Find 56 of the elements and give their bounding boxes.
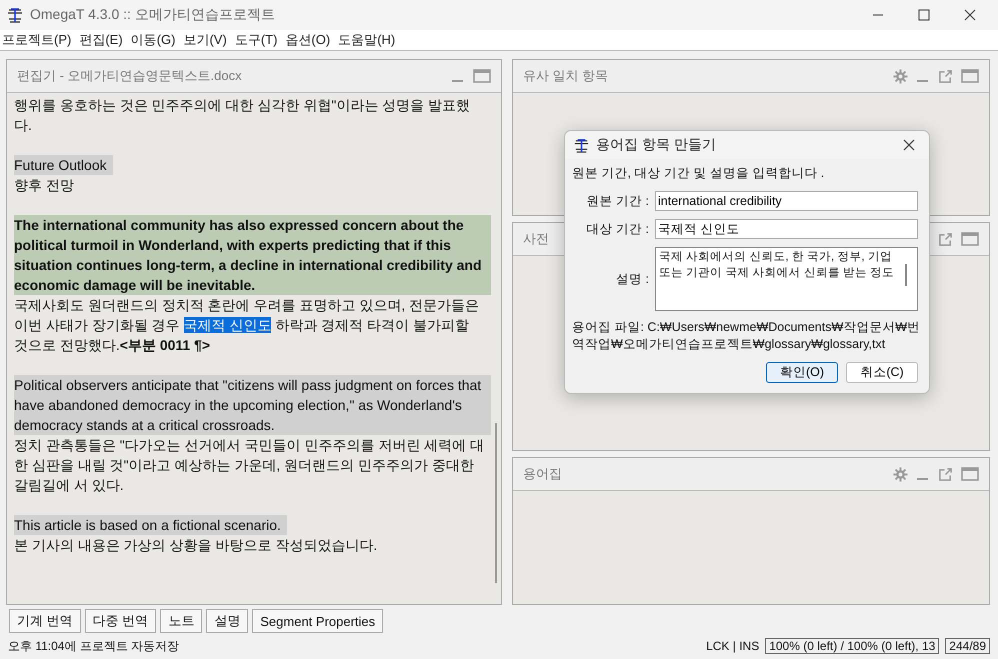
maximize-icon[interactable] [961, 467, 979, 481]
maximize-icon[interactable] [473, 69, 491, 83]
field-label: 설명 : [615, 270, 650, 288]
target-text: 향후 전망 [14, 176, 75, 195]
pane-title: 편집기 - 오메가티연습영문텍스트.docx [17, 67, 242, 85]
menu-item[interactable]: 프로젝트(P) [2, 31, 72, 49]
target-text: 행위를 옹호하는 것은 민주주의에 대한 심각한 위협"이라는 성명을 발표했다. [14, 96, 472, 135]
close-icon[interactable] [903, 139, 915, 151]
menu-item[interactable]: 보기(V) [183, 31, 227, 49]
pane-title: 사전 [523, 230, 549, 248]
bottom-tab[interactable]: 노트 [160, 609, 202, 633]
maximize-icon[interactable] [961, 69, 979, 83]
pane-title: 용어집 [523, 465, 562, 483]
target-text: 정치 관측통들은 "다가오는 선거에서 국민들이 민주주의를 저버린 세력에 대한 심판을 내릴 것"이라고 예상하는 가운데, 원더랜드의 민주주의가 중대한 갈림길에 서 있다. [14, 436, 486, 495]
menu-item[interactable]: 도구(T) [234, 31, 278, 49]
segment-count: 244/89 [945, 638, 990, 654]
close-icon[interactable] [964, 9, 976, 21]
source-term-field[interactable]: international credibility [655, 191, 918, 211]
pane-title: 유사 일치 항목 [523, 67, 608, 85]
menu-item[interactable]: 옵션(O) [285, 31, 330, 49]
target-term-field[interactable]: 국제적 신인도 [655, 219, 918, 239]
undock-icon[interactable] [938, 68, 953, 84]
app-logo-icon [6, 6, 24, 24]
target-text: 본 기사의 내용은 가상의 상황을 바탕으로 작성되었습니다. [14, 536, 378, 555]
progress-indicator: 100% (0 left) / 100% (0 left), 13 [765, 638, 940, 654]
dialog-button[interactable]: 확인(O) [766, 362, 838, 383]
menu-item[interactable]: 이동(G) [130, 31, 176, 49]
bottom-tab[interactable]: 기계 번역 [9, 609, 81, 633]
source-text: This article is based on a fictional scenario. [14, 515, 287, 535]
undock-icon[interactable] [938, 466, 953, 482]
maximize-window-icon[interactable] [918, 9, 930, 21]
active-source-text: The international community has also expressed concern about the political turmoil in Wonderland, with experts predicting that if this situation continues long-term, a decline in international credibility and economic damage will be inevitable. [14, 215, 491, 295]
bottom-tab[interactable]: 설명 [206, 609, 248, 633]
app-logo-icon [573, 136, 590, 154]
settings-icon[interactable] [893, 466, 908, 482]
field-label: 대상 기간 : [586, 220, 650, 238]
field-label: 원본 기간 : [586, 192, 650, 210]
menu-item[interactable]: 편집(E) [79, 31, 123, 49]
source-text: Political observers anticipate that "citizens will pass judgment on forces that have abandoned democracy in the upcoming election," as Wonderland's democracy stands at a critical crossroads. [14, 375, 491, 435]
maximize-icon[interactable] [961, 232, 979, 246]
scrollbar[interactable] [495, 423, 497, 583]
glossary-file-path: 용어집 파일: C:₩Users₩newme₩Documents₩작업문서₩번역작업₩오메가티연습프로젝트₩glossary₩glossary,txt [572, 319, 922, 353]
undock-icon[interactable] [938, 232, 953, 246]
description-field[interactable]: 국제 사회에서의 신뢰도, 한 국가, 정부, 기업 또는 기관이 국제 사회에서 신뢰를 받는 정도 [655, 247, 918, 311]
source-text: Future Outlook [14, 155, 113, 175]
mode-indicator: LCK | INS [706, 639, 760, 653]
settings-icon[interactable] [893, 68, 908, 84]
instruction-text: 원본 기간, 대상 기간 및 설명을 입력합니다 . [572, 165, 826, 182]
dialog-button[interactable]: 취소(C) [846, 362, 918, 383]
active-target-text[interactable]: 국제사회도 원더랜드의 정치적 혼란에 우려를 표명하고 있으며, 전문가들은 이번 사태가 장기화될 경우 국제적 신인도 하락과 경제적 타격이 불가피할 것으로 전망했다.<부분 0011 ¶> [14, 295, 491, 355]
menu-item[interactable]: 도움말(H) [338, 31, 396, 49]
bottom-tab[interactable]: 다중 번역 [84, 609, 156, 633]
dialog-title: 용어집 항목 만들기 [596, 136, 716, 154]
window-title: OmegaT 4.3.0 :: 오메가티연습프로젝트 [30, 6, 275, 24]
bottom-tab[interactable]: Segment Properties [252, 609, 384, 633]
status-message: 오후 11:04에 프로젝트 자동저장 [8, 638, 180, 654]
